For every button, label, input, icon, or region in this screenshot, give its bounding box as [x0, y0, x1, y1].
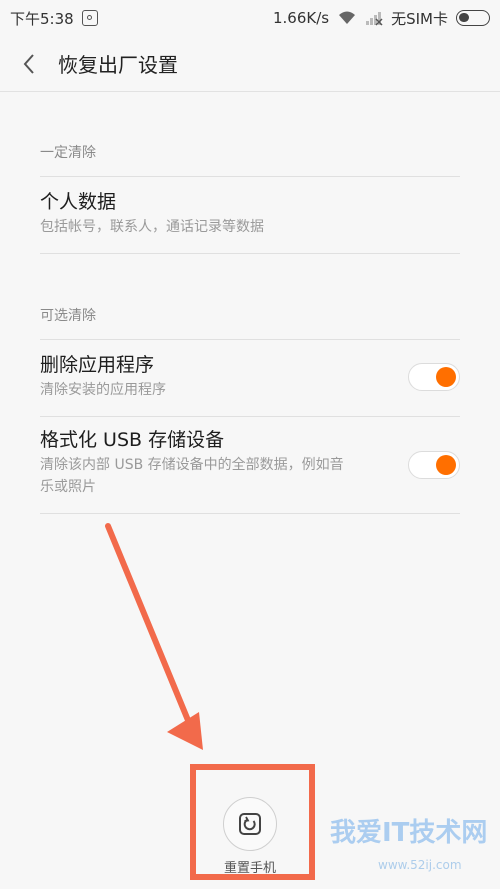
watermark-text: 我爱IT技术网	[330, 818, 488, 848]
annotation-arrow	[105, 523, 203, 750]
annotation-highlight-box	[190, 764, 315, 880]
watermark-url: www.52ij.com	[378, 858, 462, 872]
